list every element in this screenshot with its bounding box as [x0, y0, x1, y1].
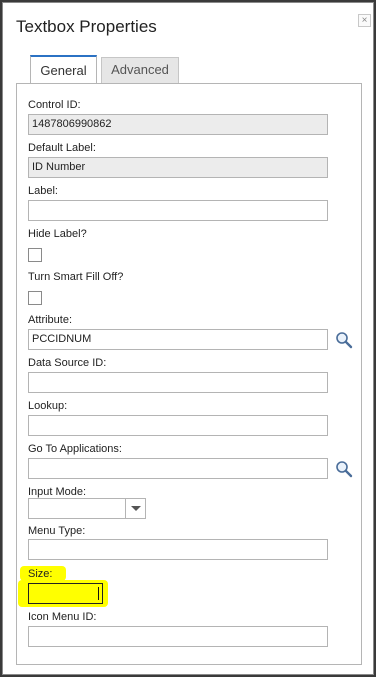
icon-menu-id-input[interactable] [28, 626, 328, 647]
attribute-input[interactable]: PCCIDNUM [28, 329, 328, 350]
attribute-label: Attribute: [28, 314, 73, 326]
text-caret [98, 587, 99, 600]
size-input[interactable] [28, 583, 103, 604]
chevron-down-icon[interactable] [125, 499, 145, 518]
hide-label-label: Hide Label? [28, 228, 87, 240]
input-mode-label: Input Mode: [28, 486, 87, 498]
label-input[interactable] [28, 200, 328, 221]
data-source-id-label: Data Source ID: [28, 357, 107, 369]
go-to-applications-label: Go To Applications: [28, 443, 122, 455]
menu-type-label: Menu Type: [28, 525, 86, 537]
search-icon[interactable] [335, 331, 353, 349]
dialog-title: Textbox Properties [16, 17, 157, 36]
tab-advanced[interactable]: Advanced [101, 57, 179, 84]
go-to-applications-input[interactable] [28, 458, 328, 479]
data-source-id-input[interactable] [28, 372, 328, 393]
search-icon[interactable] [335, 460, 353, 478]
control-id-label: Control ID: [28, 99, 81, 111]
icon-menu-id-label: Icon Menu ID: [28, 611, 97, 623]
default-label-label: Default Label: [28, 142, 96, 154]
size-label: Size: [28, 568, 53, 580]
lookup-input[interactable] [28, 415, 328, 436]
tab-general[interactable]: General [30, 55, 97, 84]
default-label-field: ID Number [28, 157, 328, 178]
smart-fill-checkbox[interactable] [28, 291, 42, 305]
hide-label-checkbox[interactable] [28, 248, 42, 262]
control-id-field: 1487806990862 [28, 114, 328, 135]
close-icon[interactable]: × [358, 14, 371, 27]
smart-fill-label: Turn Smart Fill Off? [28, 271, 124, 283]
label-label: Label: [28, 185, 58, 197]
input-mode-select[interactable] [28, 498, 146, 519]
menu-type-input[interactable] [28, 539, 328, 560]
lookup-label: Lookup: [28, 400, 68, 412]
